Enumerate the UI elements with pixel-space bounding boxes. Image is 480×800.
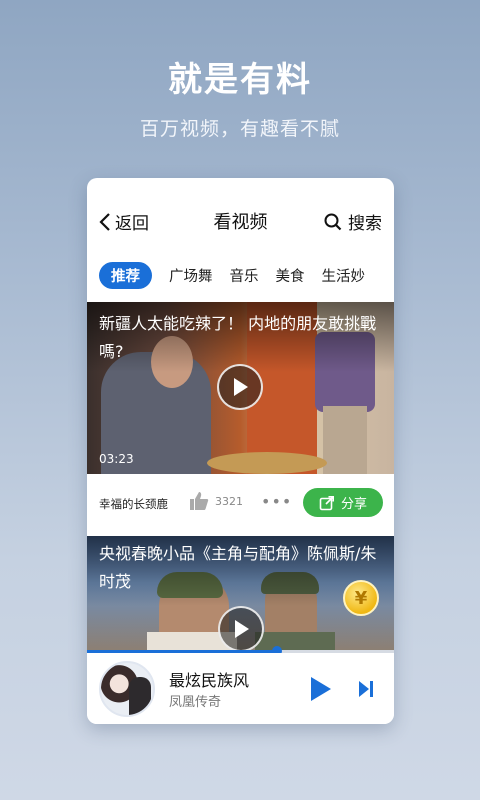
video-card-1-thumbnail[interactable]: 新疆人太能吃辣了！ 内地的朋友敢挑戰嗎? 03:23 (87, 302, 394, 474)
thumbnail-scene (255, 632, 335, 652)
thumbs-up-icon (190, 492, 209, 510)
song-title: 最炫民族风 (169, 671, 250, 690)
tab-recommended[interactable]: 推荐 (99, 261, 152, 289)
hero-subtitle: 百万视频，有趣看不腻 (139, 118, 340, 140)
thumbnail-scene (207, 452, 327, 474)
search-button[interactable]: 搜索 (324, 209, 382, 234)
play-button[interactable] (217, 364, 263, 410)
top-bar: 返回 看视频 搜索 (87, 178, 394, 260)
share-icon (319, 495, 334, 510)
play-icon[interactable] (309, 675, 333, 703)
hero-title: 就是有料 (168, 60, 312, 100)
play-icon (234, 378, 248, 396)
video-card-2-thumbnail[interactable]: 央视春晚小品《主角与配角》陈佩斯/朱时茂 ¥ (87, 536, 394, 652)
video-duration: 03:23 (99, 452, 134, 466)
play-icon (235, 620, 249, 638)
search-icon (324, 213, 342, 230)
tab-music[interactable]: 音乐 (230, 265, 259, 286)
category-tabs: 推荐 广场舞 音乐 美食 生活妙 (99, 260, 394, 290)
video-title: 新疆人太能吃辣了！ 内地的朋友敢挑戰嗎? (99, 314, 377, 361)
play-button[interactable] (218, 606, 264, 652)
album-art[interactable] (99, 661, 155, 717)
back-label: 返回 (115, 214, 149, 234)
thumbnail-scene (323, 406, 367, 474)
song-artist: 凤凰传奇 (169, 695, 222, 710)
search-label: 搜索 (348, 214, 382, 234)
video-card-1-meta: 幸福的长颈鹿 3321 ••• 分享 (87, 478, 394, 530)
share-label: 分享 (340, 497, 367, 512)
tab-food[interactable]: 美食 (276, 265, 305, 286)
back-button[interactable]: 返回 (99, 209, 149, 234)
phone-screen: 返回 看视频 搜索 推荐 广场舞 音乐 美食 生活妙 新疆人太能吃辣了！ 内地的… (87, 178, 394, 724)
next-track-icon[interactable] (357, 679, 375, 699)
video-author[interactable]: 幸福的长颈鹿 (99, 496, 168, 512)
tab-square-dance[interactable]: 广场舞 (169, 265, 213, 286)
more-options-button[interactable]: ••• (261, 492, 292, 511)
like-count: 3321 (215, 494, 243, 508)
chevron-left-icon (99, 212, 110, 231)
tab-life-tips[interactable]: 生活妙 (322, 265, 366, 286)
mini-player: 最炫民族风 凤凰传奇 (87, 653, 394, 724)
like-button[interactable]: 3321 (189, 491, 243, 511)
share-button[interactable]: 分享 (303, 488, 383, 517)
coin-reward-icon[interactable]: ¥ (343, 580, 379, 616)
